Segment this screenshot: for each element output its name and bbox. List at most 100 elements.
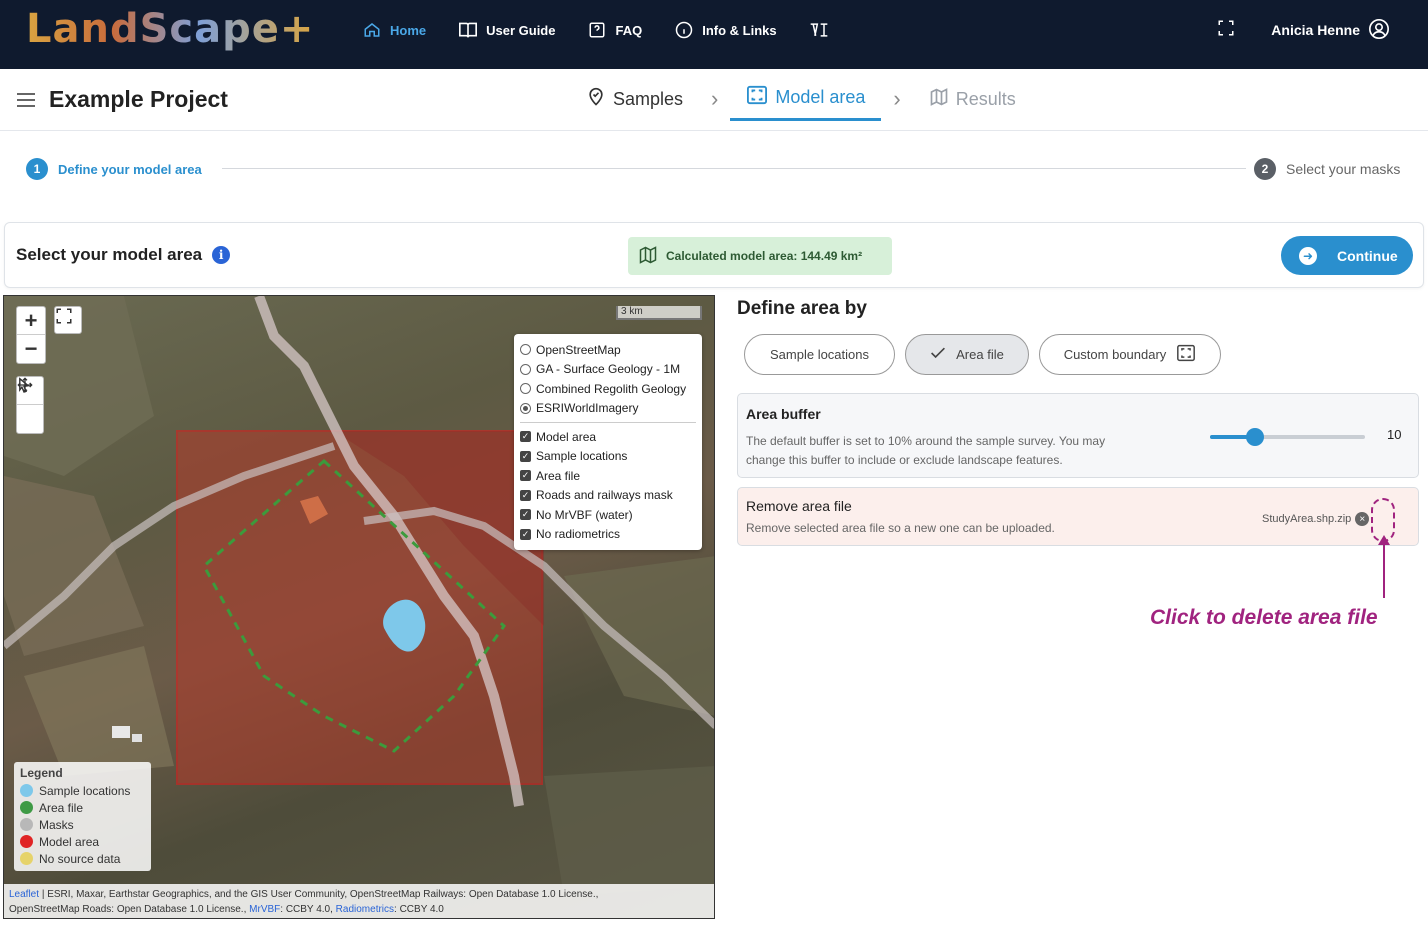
legend-item: Sample locations (20, 782, 145, 799)
tab-model-area[interactable]: Model area (730, 85, 882, 121)
legend-swatch (20, 818, 33, 831)
check-icon (930, 346, 946, 363)
project-title: Example Project (49, 86, 228, 112)
model-area-bar: Select your model area i Calculated mode… (4, 222, 1424, 288)
option-area-file[interactable]: Area file (905, 334, 1029, 375)
attribution-text: : CCBY 4.0 (394, 904, 444, 915)
slider-thumb[interactable] (1245, 428, 1264, 446)
layer-label: ESRIWorldImagery (536, 401, 639, 416)
map-fullscreen-button[interactable] (54, 306, 82, 334)
area-file-chip: StudyArea.shp.zip × (1262, 512, 1370, 526)
legend-swatch (20, 801, 33, 814)
info-icon[interactable]: i (212, 246, 231, 264)
option-label: Area file (956, 347, 1004, 362)
overlay-option[interactable]: ✓ No radiometrics (520, 525, 696, 545)
radio-button[interactable] (520, 402, 531, 414)
arrow-right-icon: ➜ (1299, 246, 1317, 265)
attribution-text: : CCBY 4.0, (280, 904, 333, 915)
fullscreen-icon[interactable] (1217, 19, 1235, 42)
step-select-masks[interactable]: 2 Select your masks (1254, 158, 1400, 180)
layer-label: No MrVBF (water) (536, 507, 633, 522)
layer-label: Model area (536, 429, 597, 444)
overlay-option[interactable]: ✓ Model area (520, 427, 696, 447)
area-select-icon (1176, 344, 1196, 365)
area-buffer-card: Area buffer The default buffer is set to… (737, 393, 1419, 478)
radio-button[interactable] (520, 344, 531, 356)
layer-label: Combined Regolith Geology (536, 381, 687, 396)
annotation-text: Click to delete area file (1150, 606, 1378, 629)
legend-item: Masks (20, 816, 145, 833)
project-header: Example Project Samples › Model area › R… (0, 69, 1428, 131)
continue-button[interactable]: ➜ Continue (1281, 236, 1413, 275)
menu-icon[interactable] (17, 93, 35, 111)
attribution-text: OpenStreetMap Roads: Open Database 1.0 L… (9, 904, 247, 915)
nav-user-guide[interactable]: User Guide (458, 20, 555, 40)
map-view[interactable]: + − 3 km OpenStreetMap GA - Surface Geol… (3, 295, 715, 919)
legend-item: Area file (20, 799, 145, 816)
step-define-area[interactable]: 1 Define your model area (26, 158, 202, 180)
step-label: Define your model area (58, 161, 202, 177)
overlay-option[interactable]: ✓ Roads and railways mask (520, 486, 696, 506)
checkbox[interactable]: ✓ (520, 450, 531, 462)
overlay-option[interactable]: ✓ Sample locations (520, 447, 696, 467)
layer-label: Sample locations (536, 449, 628, 464)
buffer-value: 10 (1387, 427, 1402, 442)
base-layer-option[interactable]: Combined Regolith Geology (520, 379, 696, 399)
divider (520, 422, 696, 423)
checkbox[interactable]: ✓ (520, 470, 531, 482)
mrvbf-link[interactable]: MrVBF (249, 904, 280, 915)
radiometrics-link[interactable]: Radiometrics (336, 904, 394, 915)
nav-extra[interactable] (809, 20, 829, 40)
user-name: Anicia Henne (1271, 22, 1360, 38)
annotation-arrow (1378, 535, 1390, 598)
remove-area-file-title: Remove area file (746, 498, 852, 514)
area-buffer-title: Area buffer (746, 406, 821, 422)
area-select-icon (746, 85, 768, 110)
remove-area-file-desc: Remove selected area file so a new one c… (746, 521, 1055, 535)
legend-swatch (20, 835, 33, 848)
radio-button[interactable] (520, 363, 531, 375)
buffer-slider[interactable] (1210, 428, 1365, 446)
pan-tool-button[interactable] (17, 377, 43, 433)
define-area-title: Define area by (737, 298, 867, 319)
base-layer-option[interactable]: GA - Surface Geology - 1M (520, 360, 696, 380)
tab-results[interactable]: Results (913, 87, 1032, 120)
tab-results-label: Results (955, 88, 1016, 109)
tab-samples-label: Samples (613, 88, 684, 109)
calculated-area-text: Calculated model area: 144.49 km² (666, 249, 863, 263)
base-layer-option[interactable]: ESRIWorldImagery (520, 399, 696, 419)
zoom-out-button[interactable]: − (17, 335, 45, 363)
app-logo[interactable]: LandScape+ (26, 6, 314, 52)
option-sample-locations[interactable]: Sample locations (744, 334, 895, 375)
checkbox[interactable]: ✓ (520, 528, 531, 540)
remove-area-file-card: Remove area file Remove selected area fi… (737, 487, 1419, 546)
overlay-option[interactable]: ✓ No MrVBF (water) (520, 505, 696, 525)
nav-faq[interactable]: FAQ (587, 20, 642, 40)
tab-samples[interactable]: Samples (570, 87, 699, 120)
legend-item: No source data (20, 850, 145, 867)
workflow-tabs: Samples › Model area › Results (570, 85, 1032, 121)
area-buffer-desc-line: change this buffer to include or exclude… (746, 453, 1063, 467)
legend-label: Area file (39, 800, 84, 815)
map-icon (638, 245, 658, 268)
model-area-heading: Select your model area i (16, 245, 231, 265)
map-tools (16, 376, 44, 434)
delete-area-file-button[interactable]: × (1355, 512, 1370, 526)
main-nav: Home User Guide FAQ Info & Links (362, 0, 861, 60)
checkbox[interactable]: ✓ (520, 431, 531, 443)
user-menu[interactable]: Anicia Henne (1271, 18, 1390, 43)
leaflet-link[interactable]: Leaflet (9, 889, 39, 900)
book-icon (458, 20, 478, 40)
checkbox[interactable]: ✓ (520, 509, 531, 521)
option-custom-boundary[interactable]: Custom boundary (1039, 334, 1221, 375)
checkbox[interactable]: ✓ (520, 489, 531, 501)
nav-info-links[interactable]: Info & Links (674, 20, 777, 40)
radio-button[interactable] (520, 383, 531, 395)
nav-home[interactable]: Home (362, 20, 426, 40)
zoom-in-button[interactable]: + (17, 307, 45, 335)
overlay-option[interactable]: ✓ Area file (520, 466, 696, 486)
legend-label: Sample locations (39, 783, 131, 798)
option-label: Custom boundary (1063, 347, 1167, 362)
base-layer-option[interactable]: OpenStreetMap (520, 340, 696, 360)
option-label: Sample locations (770, 347, 869, 362)
